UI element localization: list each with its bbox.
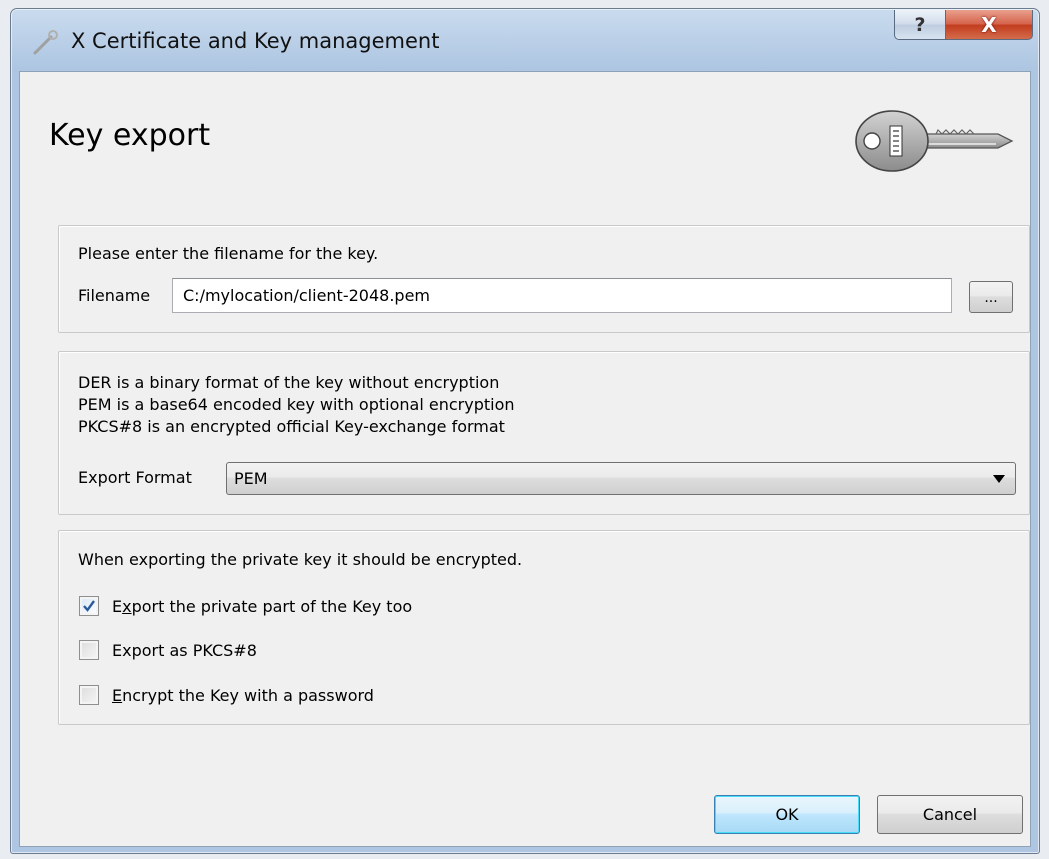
encrypt-password-checkbox[interactable]: [79, 685, 99, 705]
export-format-selected: PEM: [234, 469, 268, 488]
format-description-pkcs8: PKCS#8 is an encrypted official Key-exch…: [78, 417, 505, 436]
app-icon: [33, 30, 58, 55]
encrypt-password-label: Encrypt the Key with a password: [112, 685, 374, 705]
export-pkcs8-checkbox-row[interactable]: Export as PKCS#8: [79, 638, 257, 662]
export-format-label: Export Format: [78, 468, 192, 487]
export-format-select[interactable]: PEM: [226, 462, 1016, 495]
dialog-window: X Certificate and Key management ? X Key…: [10, 8, 1040, 854]
format-description-der: DER is a binary format of the key withou…: [78, 373, 500, 392]
format-group: DER is a binary format of the key withou…: [58, 351, 1030, 515]
window-title: X Certificate and Key management: [71, 29, 440, 53]
export-private-checkbox-row[interactable]: Export the private part of the Key too: [79, 594, 412, 618]
encrypt-password-checkbox-row[interactable]: Encrypt the Key with a password: [79, 683, 374, 707]
export-pkcs8-checkbox[interactable]: [79, 640, 99, 660]
filename-prompt: Please enter the filename for the key.: [78, 244, 379, 263]
filename-input[interactable]: C:/mylocation/client-2048.pem: [172, 278, 952, 313]
cancel-button[interactable]: Cancel: [877, 795, 1023, 834]
format-description-pem: PEM is a base64 encoded key with optiona…: [78, 395, 515, 414]
help-button[interactable]: ?: [894, 10, 946, 40]
export-private-label: Export the private part of the Key too: [112, 596, 413, 616]
dropdown-arrow-icon: [993, 475, 1005, 483]
export-pkcs8-label: Export as PKCS#8: [112, 640, 257, 660]
filename-group: Please enter the filename for the key. F…: [58, 225, 1030, 333]
close-button[interactable]: X: [945, 10, 1033, 40]
ok-button[interactable]: OK: [714, 795, 860, 834]
filename-label: Filename: [78, 286, 151, 305]
checkmark-icon: [83, 600, 95, 612]
private-key-note: When exporting the private key it should…: [78, 550, 523, 569]
title-bar[interactable]: X Certificate and Key management ? X: [11, 9, 1039, 71]
key-icon: [855, 110, 1014, 172]
private-key-group: When exporting the private key it should…: [58, 530, 1030, 725]
browse-button[interactable]: ...: [969, 281, 1013, 313]
dialog-client-area: Key export Please enter the filename for…: [19, 71, 1031, 847]
page-title: Key export: [49, 118, 211, 153]
header-banner: Key export: [20, 72, 1030, 208]
export-private-checkbox[interactable]: [79, 596, 99, 616]
